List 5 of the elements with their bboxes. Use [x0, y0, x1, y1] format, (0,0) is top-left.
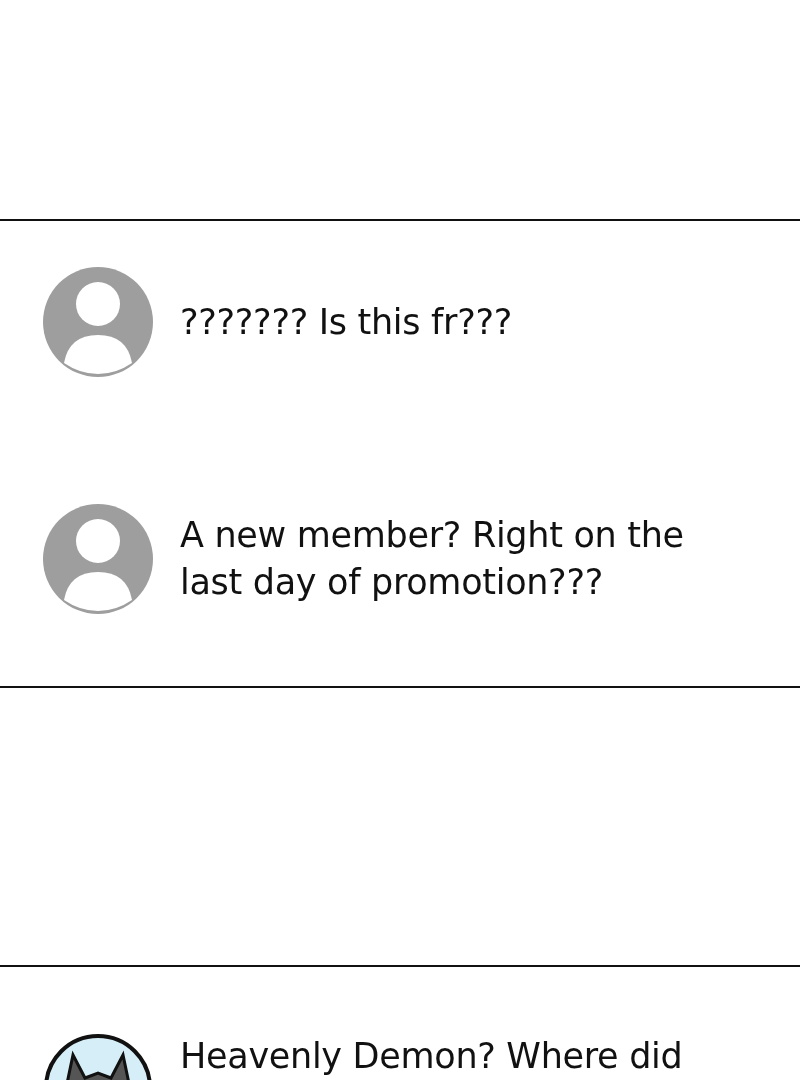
- default-avatar-icon: [43, 267, 153, 377]
- message-text: A new member? Right on the last day of promotion???: [180, 514, 685, 604]
- message-text: ??????? Is this fr???: [180, 300, 513, 344]
- default-avatar-icon: [43, 504, 153, 614]
- message-text: Heavenly Demon? Where did: [180, 1035, 684, 1077]
